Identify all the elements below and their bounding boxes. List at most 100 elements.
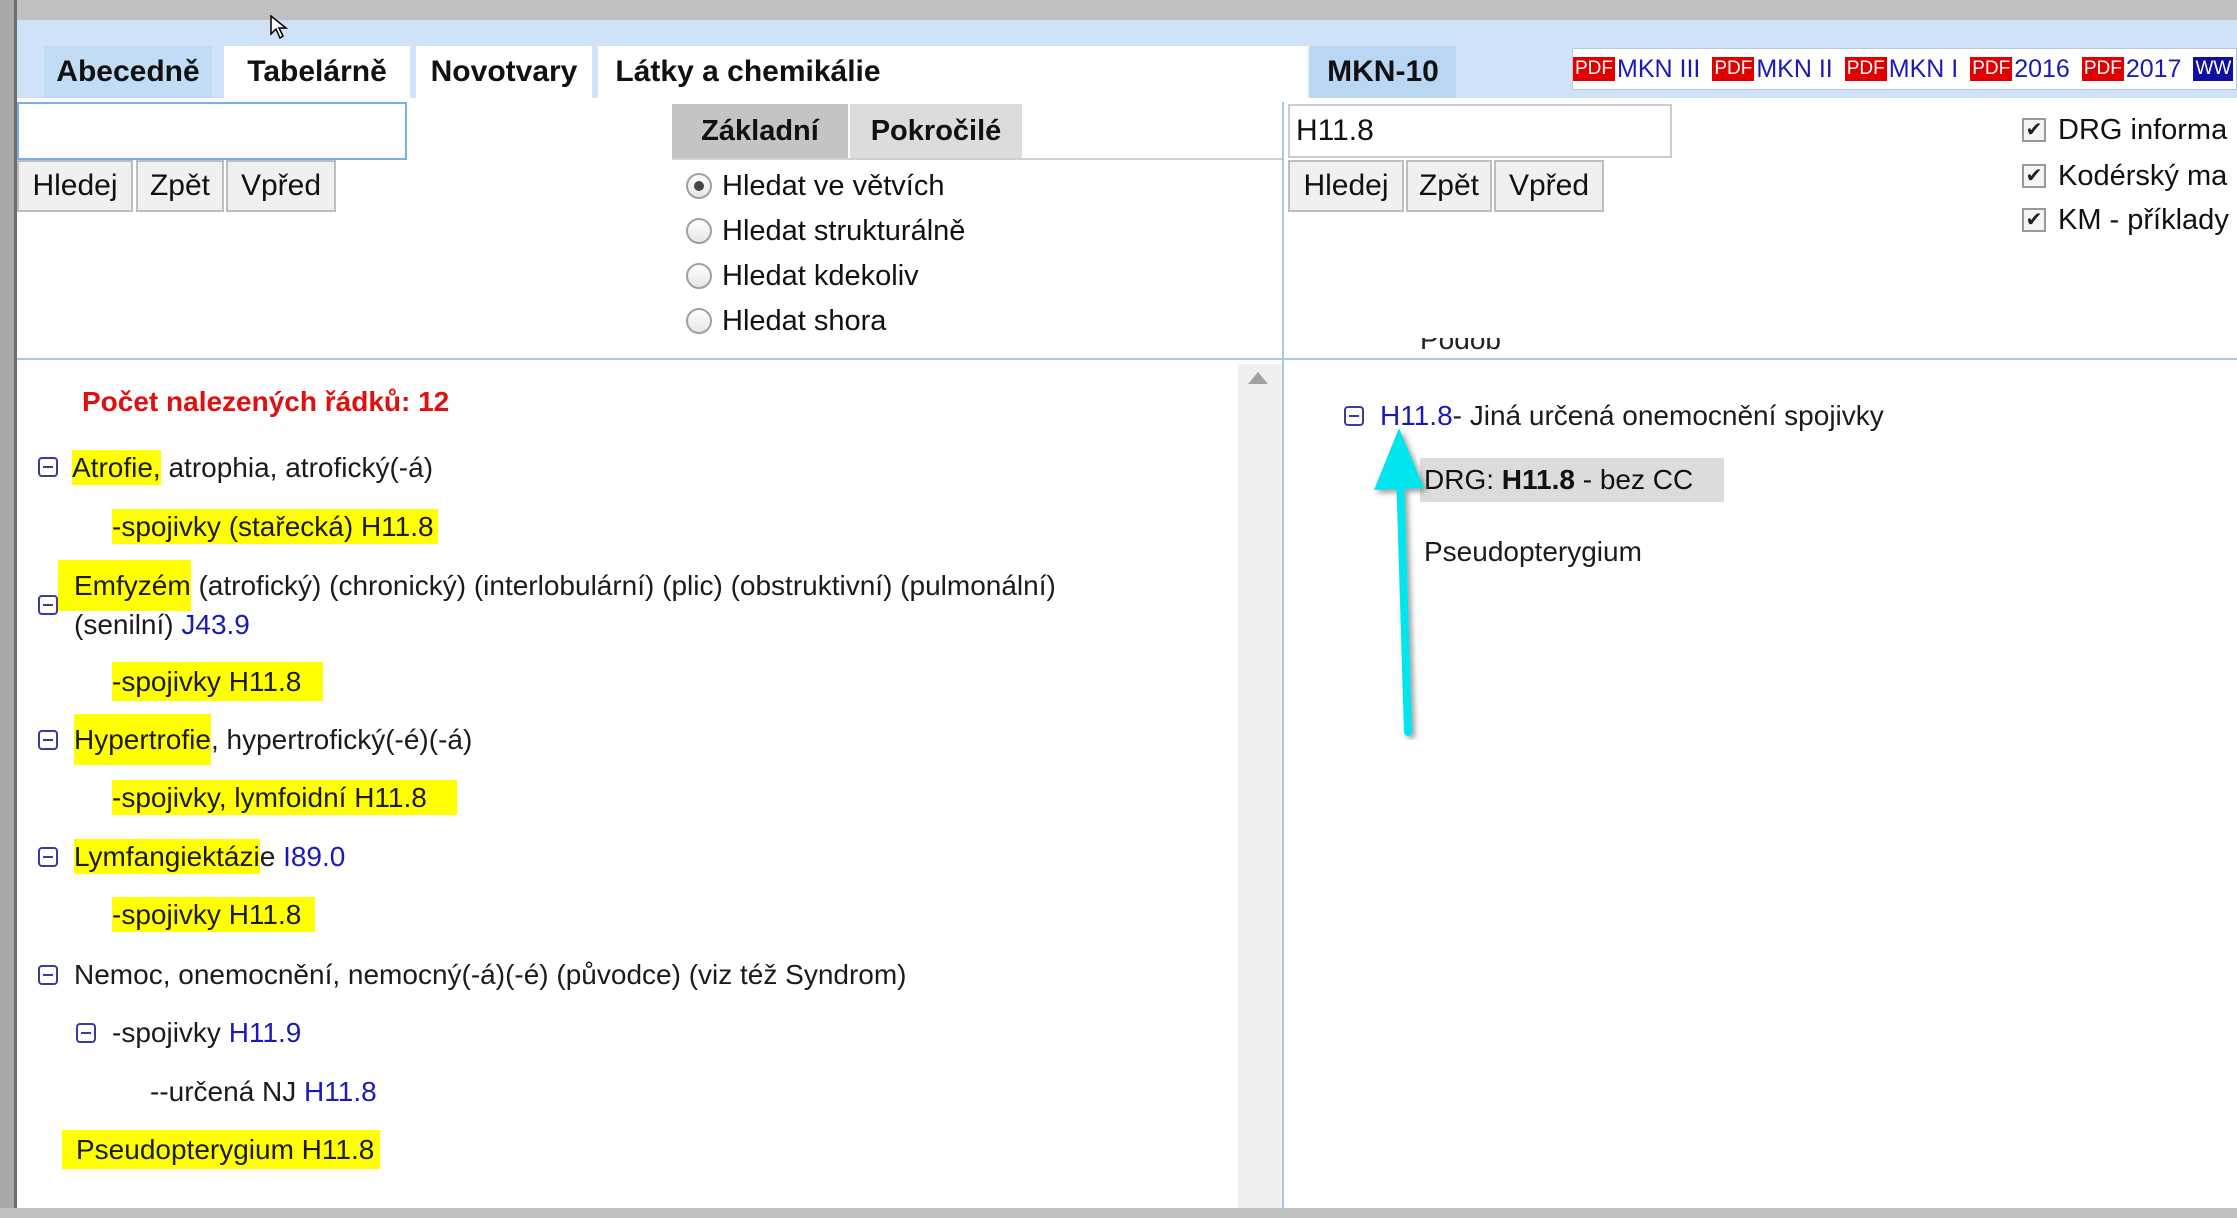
right-back-button[interactable]: Zpět — [1406, 160, 1492, 212]
radio-hledat-kdekoliv[interactable]: Hledat kdekoliv — [686, 256, 919, 296]
pdf-link-mkn3[interactable]: PDF MKN III — [1573, 55, 1700, 84]
result-emfyzem-spojivky[interactable]: -spojivky H11.8 — [112, 662, 324, 701]
minus-square-icon[interactable] — [76, 1023, 96, 1043]
left-search-input[interactable] — [17, 102, 407, 160]
highlight-term: Emfyzém — [58, 560, 191, 611]
cyan-arrow-icon — [1374, 428, 1424, 736]
code-link[interactable]: I89.0 — [283, 841, 345, 872]
result-atrofie[interactable]: Atrofie, atrophia, atrofický(-á) — [72, 450, 433, 485]
detail-title: - Jiná určená onemocnění spojivky — [1452, 400, 1884, 431]
radio-icon[interactable] — [686, 218, 712, 244]
radio-checked-icon[interactable] — [686, 173, 712, 199]
checkbox-drg-informace[interactable]: ✔ DRG informa — [2022, 112, 2227, 148]
checkbox-kodersky-manual[interactable]: ✔ Kodérský ma — [2022, 158, 2227, 194]
panel-divider[interactable] — [1282, 102, 1284, 1208]
result-emfyzem[interactable]: Emfyzém (atrofický) (chronický) (interlo… — [58, 560, 1056, 611]
mode-divider — [672, 158, 1284, 160]
result-hypertrofie-spojivky[interactable]: -spojivky, lymfoidní H11.8 — [112, 780, 457, 815]
minus-square-icon[interactable] — [38, 847, 58, 867]
checkbox-label: Kodérský ma — [2058, 159, 2228, 192]
radio-hledat-strukturalne[interactable]: Hledat strukturálně — [686, 211, 965, 251]
left-search-button[interactable]: Hledej — [17, 160, 133, 212]
window-left-border — [0, 0, 14, 1218]
result-text: --určená NJ — [150, 1076, 305, 1107]
checkbox-checked-icon[interactable]: ✔ — [2022, 208, 2046, 232]
minus-square-icon[interactable] — [38, 457, 58, 477]
highlight-term: -spojivky H11.8 — [112, 662, 324, 701]
pdf-links-bar: PDF MKN III PDF MKN II PDF MKN I PDF 2016 PD… — [1572, 48, 2237, 90]
checkbox-km-priklady[interactable]: ✔ KM - příklady — [2022, 202, 2229, 238]
radio-label: Hledat kdekoliv — [722, 259, 919, 292]
code-link[interactable]: J43.9 — [181, 609, 250, 640]
right-search-button[interactable]: Hledej — [1288, 160, 1404, 212]
checkbox-checked-icon[interactable]: ✔ — [2022, 164, 2046, 188]
result-nemoc[interactable]: Nemoc, onemocnění, nemocný(-á)(-é) (půvo… — [74, 959, 907, 991]
code-link[interactable]: H11.9 — [229, 1017, 302, 1048]
pdf-link-2016[interactable]: PDF 2016 — [1970, 55, 2070, 84]
radio-icon[interactable] — [686, 308, 712, 334]
result-nemoc-urcena[interactable]: --určená NJ H11.8 — [150, 1076, 377, 1108]
left-back-button[interactable]: Zpět — [136, 160, 224, 212]
result-atrofie-spojivky[interactable]: -spojivky (stařecká) H11.8 — [112, 509, 438, 544]
pdf-icon: PDF — [1573, 57, 1615, 81]
radio-icon[interactable] — [686, 263, 712, 289]
result-lymf-spojivky[interactable]: -spojivky H11.8 — [112, 897, 316, 932]
result-lymfangiektazie[interactable]: Lymfangiektázie I89.0 — [74, 839, 345, 874]
mouse-cursor-icon — [270, 14, 289, 40]
checkbox-label: DRG informa — [2058, 113, 2228, 146]
detail-cut-label: Podob — [1420, 338, 1501, 355]
pdf-link-label: MKN III — [1617, 54, 1701, 83]
right-search-input[interactable]: H11.8 — [1288, 104, 1672, 158]
www-icon[interactable]: WW — [2193, 57, 2234, 81]
pdf-link-label: MKN II — [1756, 54, 1833, 83]
left-scrollbar[interactable] — [1238, 364, 1282, 1208]
results-count: Počet nalezených řádků: 12 — [82, 386, 450, 417]
highlight-term: -spojivky (stařecká) H11.8 — [112, 509, 438, 544]
drg-prefix: DRG: — [1424, 464, 1502, 495]
radio-hledat-shora[interactable]: Hledat shora — [686, 301, 886, 341]
window-bottom-border — [0, 1208, 2237, 1218]
highlight-term: Lymfangiektázi — [74, 839, 260, 874]
result-pseudopterygium[interactable]: Pseudopterygium H11.8 — [62, 1130, 381, 1169]
drg-suffix: - bez CC — [1574, 464, 1694, 495]
pdf-link-label: 2017 — [2125, 54, 2182, 83]
right-forward-button[interactable]: Vpřed — [1494, 160, 1604, 212]
app-window: Abecedně Tabelárně Novotvary Látky a che… — [0, 0, 2237, 1218]
detail-cut-text: Podob — [1420, 338, 1501, 362]
result-text: (senilní) — [74, 609, 182, 640]
result-text: , hypertrofický(-é)(-á) — [210, 724, 473, 755]
checkbox-checked-icon[interactable]: ✔ — [2022, 118, 2046, 142]
pdf-icon: PDF — [2081, 57, 2124, 81]
result-nemoc-spojivky[interactable]: -spojivky H11.9 — [112, 1017, 301, 1049]
result-emfyzem-line2[interactable]: (senilní) J43.9 — [74, 609, 250, 641]
drg-info-box: DRG: H11.8 - bez CC — [1420, 458, 1724, 502]
top-strip — [14, 20, 2237, 42]
tab-zakladni[interactable]: Základní — [672, 104, 848, 158]
tab-pokrocile[interactable]: Pokročilé — [850, 104, 1022, 158]
scroll-up-arrow-icon[interactable] — [1248, 372, 1268, 384]
pdf-link-mkn2[interactable]: PDF MKN II — [1712, 54, 1833, 84]
radio-label: Hledat shora — [722, 304, 887, 337]
left-panel-separator — [17, 358, 1284, 360]
pdf-icon: PDF — [1712, 57, 1755, 81]
left-forward-button[interactable]: Vpřed — [226, 160, 336, 212]
highlight-term: Hypertrofie — [74, 714, 211, 765]
code-link[interactable]: H11.8 — [304, 1076, 377, 1107]
tab-novotvary[interactable]: Novotvary — [416, 46, 592, 98]
tab-latky-a-chemikalie[interactable]: Látky a chemikálie — [598, 46, 898, 98]
radio-hledat-ve-vetvich[interactable]: Hledat ve větvích — [686, 166, 944, 206]
tab-abecedne[interactable]: Abecedně — [44, 46, 212, 98]
highlight-term: Atrofie, — [72, 450, 161, 485]
pdf-link-mkn1[interactable]: PDF MKN I — [1844, 55, 1958, 84]
minus-square-icon[interactable] — [38, 965, 58, 985]
minus-square-icon[interactable] — [38, 730, 58, 750]
pdf-link-2017[interactable]: PDF 2017 — [2081, 54, 2182, 84]
highlight-term: -spojivky H11.8 — [112, 897, 316, 932]
tab-tabelarne[interactable]: Tabelárně — [224, 46, 410, 98]
pdf-icon: PDF — [1844, 57, 1887, 81]
minus-square-icon[interactable] — [38, 595, 58, 615]
tab-mkn10[interactable]: MKN-10 — [1310, 46, 1456, 98]
radio-label: Hledat ve větvích — [722, 169, 945, 202]
result-hypertrofie[interactable]: Hypertrofie, hypertrofický(-é)(-á) — [74, 714, 473, 765]
result-text: e — [259, 841, 284, 872]
